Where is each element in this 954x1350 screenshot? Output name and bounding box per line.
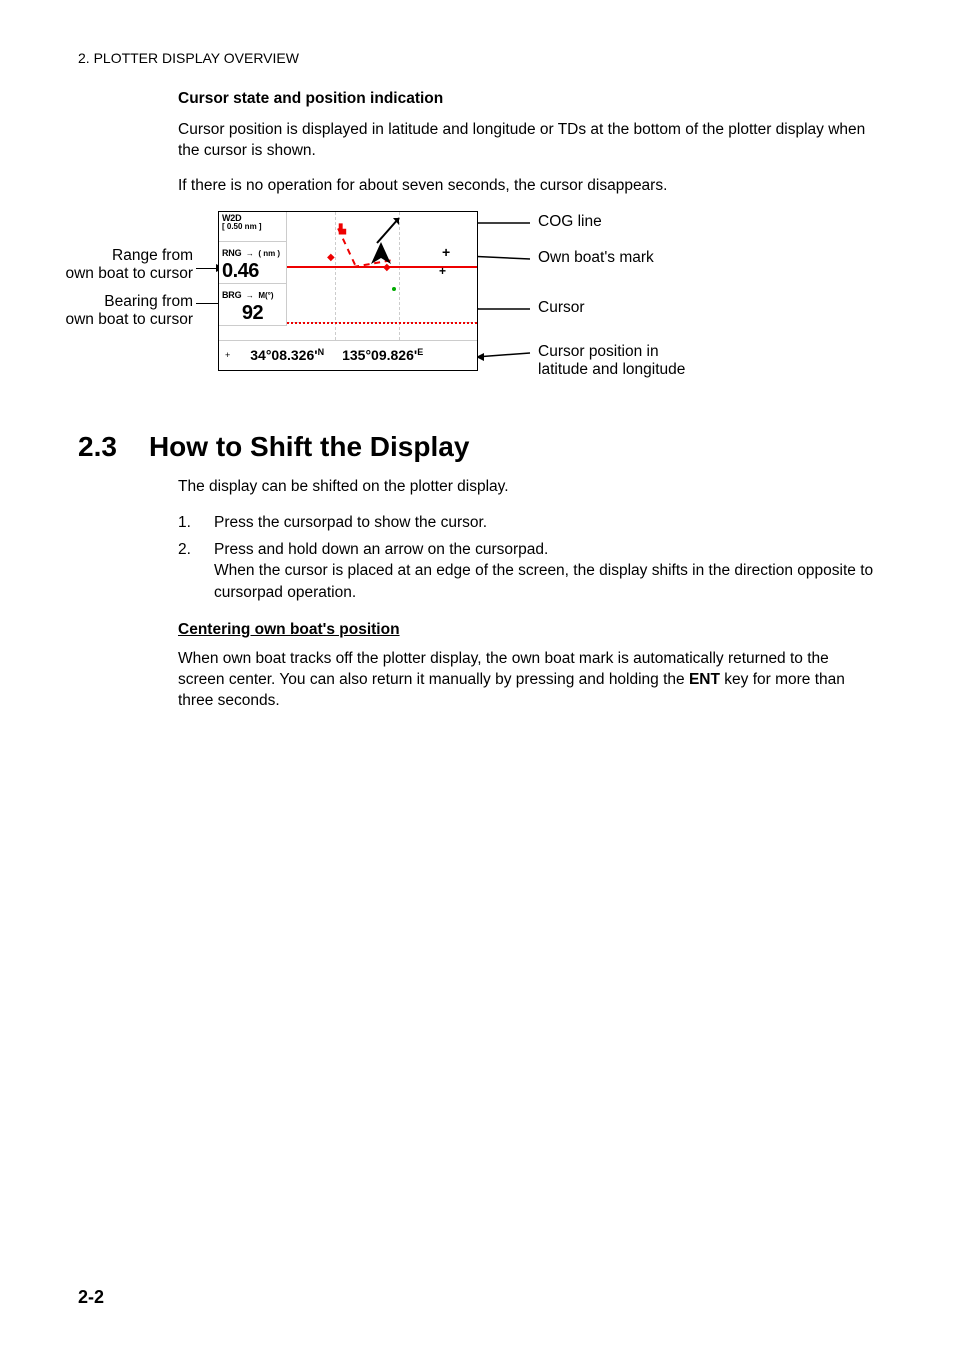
lat-hemisphere: N [318,347,325,357]
step-2-line2: When the cursor is placed at an edge of … [214,562,873,600]
lon-hemisphere: E [417,347,423,357]
section-title: How to Shift the Display [149,431,469,463]
rng-value: 0.46 [222,261,283,282]
shift-intro: The display can be shifted on the plotte… [178,477,876,498]
grid-line [335,212,336,340]
own-boat-icon [369,242,393,266]
info-rng: RNG → ( nm ) 0.46 [219,242,287,284]
anno-bearing-from: Bearing from own boat to cursor [0,293,193,330]
running-header: 2. PLOTTER DISPLAY OVERVIEW [78,50,876,66]
route-line [287,266,477,268]
rng-unit: ( nm ) [258,249,280,258]
cursor-mark-small-icon: + [439,264,446,278]
longitude-value: 135°09.826'E [342,347,423,363]
brg-value: 92 [222,303,283,324]
figure-cursor-position: Range from own boat to cursor Bearing fr… [18,211,778,391]
lon-number: 135°09.826' [342,347,417,363]
plot-area: ▙ ◆ ◆ + + [287,212,477,340]
anno-cursor-position-l2: latitude and longitude [538,361,685,378]
anno-cursor-position-l1: Cursor position in [538,343,659,360]
anno-bearing-line1: Bearing from [104,293,193,310]
info-brg: BRG → M(°) 92 [219,284,287,326]
centering-heading: Centering own boat's position [178,621,876,639]
step-1: Press the cursorpad to show the cursor. [178,512,876,533]
anno-range-line2: own boat to cursor [65,265,193,282]
brg-label: BRG [222,290,241,300]
cursor-para-2: If there is no operation for about seven… [178,176,876,197]
info-w2d: W2D [ 0.50 nm ] [219,212,287,242]
ent-key: ENT [689,671,720,688]
cog-arrow-icon [369,215,409,245]
latitude-value: 34°08.326'N [250,347,324,363]
cursor-mark-icon: + [442,244,450,260]
cursor-para-1: Cursor position is displayed in latitude… [178,120,876,162]
page-number: 2-2 [78,1287,104,1308]
step-2: Press and hold down an arrow on the curs… [178,539,876,603]
cursor-state-heading: Cursor state and position indication [178,90,876,108]
anno-range-line1: Range from [112,247,193,264]
step-2-line1: Press and hold down an arrow on the curs… [214,541,548,558]
anno-cursor-position: Cursor position in latitude and longitud… [538,343,685,380]
route-line-dotted [287,322,477,324]
waypoint-dot-icon [392,287,396,291]
rng-arrow: → [246,249,254,258]
anno-bearing-line2: own boat to cursor [65,311,193,328]
arrow-line [196,268,218,270]
anno-cursor: Cursor [538,299,585,318]
w2d-value: [ 0.50 nm ] [222,223,283,231]
anno-range-from: Range from own boat to cursor [0,247,193,284]
centering-para: When own boat tracks off the plotter dis… [178,649,876,712]
section-heading-row: 2.3 How to Shift the Display [78,431,876,463]
coordinate-row: + 34°08.326'N 135°09.826'E [219,340,477,370]
waypoint-diamond-icon: ◆ [327,252,335,263]
brg-unit: M(°) [258,291,273,300]
anno-cog-line: COG line [538,213,602,232]
brg-arrow: → [246,291,254,300]
plotter-screen: W2D [ 0.50 nm ] RNG → ( nm ) 0.46 BRG → … [218,211,478,371]
rng-label: RNG [222,248,241,258]
lat-number: 34°08.326' [250,347,317,363]
section-number: 2.3 [78,431,117,463]
steps-list: Press the cursorpad to show the cursor. … [178,512,876,604]
coord-plus-icon: + [225,350,230,360]
waypoint-flag-icon: ▙ [339,224,346,235]
anno-own-boat-mark: Own boat's mark [538,249,654,268]
